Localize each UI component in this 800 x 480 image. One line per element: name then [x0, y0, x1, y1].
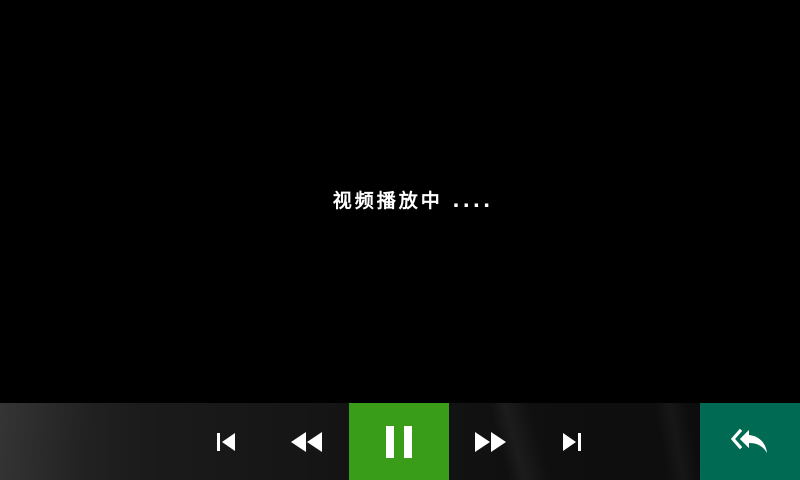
rewind-button[interactable] [276, 403, 338, 480]
previous-button[interactable] [196, 403, 256, 480]
pause-icon [386, 425, 412, 458]
playback-control-bar [0, 403, 800, 480]
rewind-icon [291, 431, 322, 452]
next-button[interactable] [543, 403, 601, 480]
fast-forward-icon [475, 431, 506, 452]
reply-all-back-icon [730, 428, 767, 453]
playback-status-text: 视频播放中 .... [332, 190, 494, 212]
video-player-screen: 视频播放中 .... [0, 0, 800, 480]
fast-forward-button[interactable] [459, 403, 521, 480]
video-display-area[interactable]: 视频播放中 .... [0, 0, 800, 403]
back-button[interactable] [700, 403, 800, 480]
skip-previous-icon [217, 432, 235, 451]
skip-next-icon [563, 432, 581, 451]
pause-button[interactable] [349, 403, 449, 480]
